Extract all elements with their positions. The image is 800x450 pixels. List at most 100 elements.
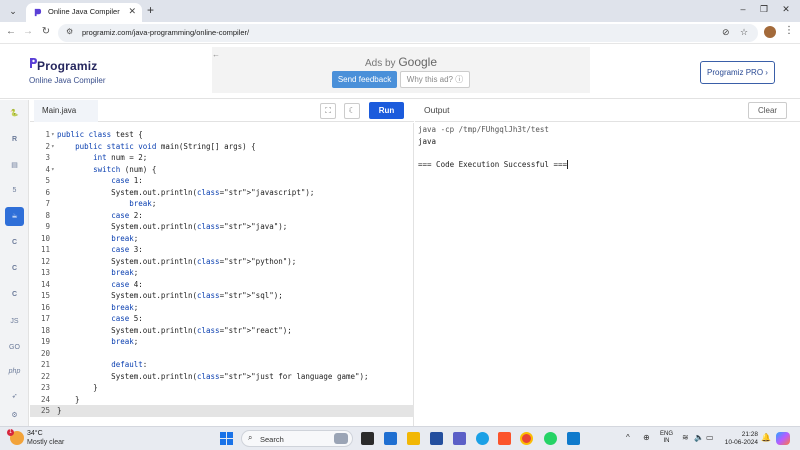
- taskbar-search-box[interactable]: ⌕ Search: [241, 430, 353, 447]
- python-language-icon[interactable]: 🐍: [5, 104, 24, 123]
- rust-language-icon[interactable]: ⚙: [5, 410, 24, 422]
- whatsapp-icon[interactable]: [544, 432, 557, 445]
- why-this-ad-button[interactable]: Why this ad? ⓘ: [400, 71, 470, 88]
- edge-icon[interactable]: [476, 432, 489, 445]
- code-line[interactable]: 20: [30, 348, 414, 360]
- windows-start-icon[interactable]: [220, 432, 233, 445]
- php-language-icon[interactable]: php: [5, 362, 24, 381]
- brave-icon[interactable]: [498, 432, 511, 445]
- tab-close-icon[interactable]: ✕: [128, 6, 136, 17]
- code-line[interactable]: 11 case 3:: [30, 244, 414, 256]
- tray-network-icon[interactable]: ⊕: [643, 433, 650, 442]
- programiz-logo-icon[interactable]: [29, 58, 37, 68]
- code-line[interactable]: 2 ▾ public static void main(String[] args…: [30, 141, 414, 153]
- cpp-language-icon[interactable]: C: [5, 259, 24, 278]
- tray-overflow-icon[interactable]: ^: [626, 433, 630, 442]
- code-line[interactable]: 17 case 5:: [30, 313, 414, 325]
- code-text: break;: [111, 302, 139, 312]
- volume-icon[interactable]: 🔈: [694, 433, 704, 442]
- fold-arrow-icon[interactable]: ▾: [51, 164, 55, 176]
- store-icon[interactable]: [430, 432, 443, 445]
- go-language-icon[interactable]: GO: [5, 338, 24, 357]
- task-view-icon[interactable]: [361, 432, 374, 445]
- output-console[interactable]: java -cp /tmp/FUhgqlJh3t/test java === Cod…: [415, 123, 800, 426]
- code-line[interactable]: 3 int num = 2;: [30, 152, 414, 164]
- programiz-pro-button[interactable]: Programiz PRO ›: [700, 61, 775, 84]
- url-text[interactable]: programiz.com/java-programming/online-co…: [82, 28, 249, 37]
- file-tab-main-java[interactable]: Main.java: [34, 100, 98, 122]
- csharp-language-icon[interactable]: C: [5, 285, 24, 304]
- star-icon[interactable]: ☆: [740, 27, 748, 38]
- kebab-menu-icon[interactable]: ⋮: [784, 25, 794, 36]
- eye-off-icon[interactable]: ⊘: [722, 27, 730, 38]
- code-line[interactable]: 14 case 4:: [30, 279, 414, 291]
- code-line[interactable]: 6 System.out.println(class="str">"javasc…: [30, 187, 414, 199]
- line-number: 12: [40, 256, 50, 266]
- dark-mode-icon[interactable]: ☾: [344, 103, 360, 119]
- taskbar-clock[interactable]: 21:28 10-06-2024: [722, 431, 758, 447]
- widgets-icon[interactable]: [384, 432, 397, 445]
- vscode-icon[interactable]: [567, 432, 580, 445]
- teams-icon[interactable]: [453, 432, 466, 445]
- code-line[interactable]: 24 }: [30, 394, 414, 406]
- site-info-icon[interactable]: ⚙: [66, 27, 73, 36]
- clear-output-button[interactable]: Clear: [748, 102, 787, 119]
- code-line[interactable]: 9 System.out.println(class="str">"java")…: [30, 221, 414, 233]
- chrome-icon[interactable]: [520, 432, 533, 445]
- tab-search-icon[interactable]: ⌄: [6, 4, 20, 18]
- c-language-icon[interactable]: C: [5, 233, 24, 252]
- code-line[interactable]: 5 case 1:: [30, 175, 414, 187]
- code-line[interactable]: 15 System.out.println(class="str">"sql")…: [30, 290, 414, 302]
- code-line[interactable]: 1 ▾ public class test {: [30, 129, 414, 141]
- weather-condition[interactable]: Mostly clear: [27, 439, 64, 446]
- fold-arrow-icon[interactable]: ▾: [51, 129, 55, 141]
- code-line[interactable]: 7 break;: [30, 198, 414, 210]
- notification-bell-icon[interactable]: 🔔: [761, 433, 771, 442]
- run-button[interactable]: Run: [369, 102, 404, 119]
- code-line[interactable]: 23 }: [30, 382, 414, 394]
- forward-icon[interactable]: →: [21, 26, 35, 37]
- html-language-icon[interactable]: 5: [5, 181, 24, 200]
- java-language-icon[interactable]: ☕: [5, 207, 24, 226]
- wifi-icon[interactable]: ≋: [682, 433, 689, 442]
- reload-icon[interactable]: ↻: [39, 26, 53, 37]
- send-feedback-button[interactable]: Send feedback: [332, 71, 397, 88]
- browser-tab-online-java-compiler[interactable]: Online Java Compiler ✕: [26, 3, 142, 22]
- new-tab-button[interactable]: +: [147, 3, 154, 17]
- fold-arrow-icon[interactable]: ▾: [51, 141, 55, 153]
- maximize-button[interactable]: ❐: [757, 4, 771, 15]
- weather-temperature[interactable]: 34°C: [27, 430, 43, 437]
- language-indicator[interactable]: ENG IN: [660, 431, 673, 445]
- copilot-icon[interactable]: [776, 432, 790, 445]
- swift-language-icon[interactable]: ➶: [5, 387, 24, 406]
- ad-back-arrow-icon[interactable]: ←: [212, 50, 220, 59]
- js-language-icon[interactable]: JS: [5, 312, 24, 331]
- code-line[interactable]: 4 ▾ switch (num) {: [30, 164, 414, 176]
- minimize-button[interactable]: –: [736, 4, 750, 14]
- code-line[interactable]: 19 break;: [30, 336, 414, 348]
- profile-avatar[interactable]: [764, 26, 776, 38]
- sql-language-icon[interactable]: ▤: [5, 156, 24, 175]
- address-bar[interactable]: ⚙ programiz.com/java-programming/online-…: [58, 24, 758, 42]
- programiz-logo-text[interactable]: Programiz: [37, 59, 97, 73]
- back-icon[interactable]: ←: [4, 26, 18, 37]
- code-line[interactable]: 22 System.out.println(class="str">"just …: [30, 371, 414, 383]
- code-line[interactable]: 25}: [30, 405, 414, 417]
- line-number: 8: [45, 210, 50, 220]
- language-region: IN: [663, 438, 670, 444]
- code-line[interactable]: 18 System.out.println(class="str">"react…: [30, 325, 414, 337]
- code-line[interactable]: 16 break;: [30, 302, 414, 314]
- code-line[interactable]: 12 System.out.println(class="str">"pytho…: [30, 256, 414, 268]
- browser-tab-strip: ⌄ Online Java Compiler ✕ + – ❐ ✕: [0, 0, 800, 22]
- fullscreen-icon[interactable]: ⛶: [320, 103, 336, 119]
- code-line[interactable]: 13 break;: [30, 267, 414, 279]
- file-explorer-icon[interactable]: [407, 432, 420, 445]
- code-line[interactable]: 8 case 2:: [30, 210, 414, 222]
- r-language-icon[interactable]: R: [5, 130, 24, 149]
- close-window-button[interactable]: ✕: [779, 4, 793, 15]
- code-line[interactable]: 10 break;: [30, 233, 414, 245]
- code-editor[interactable]: 1 ▾ public class test {2 ▾ public static vo…: [30, 123, 414, 426]
- battery-icon[interactable]: ▭: [706, 433, 714, 442]
- code-line[interactable]: 21 default:: [30, 359, 414, 371]
- code-text: case 2:: [111, 210, 143, 220]
